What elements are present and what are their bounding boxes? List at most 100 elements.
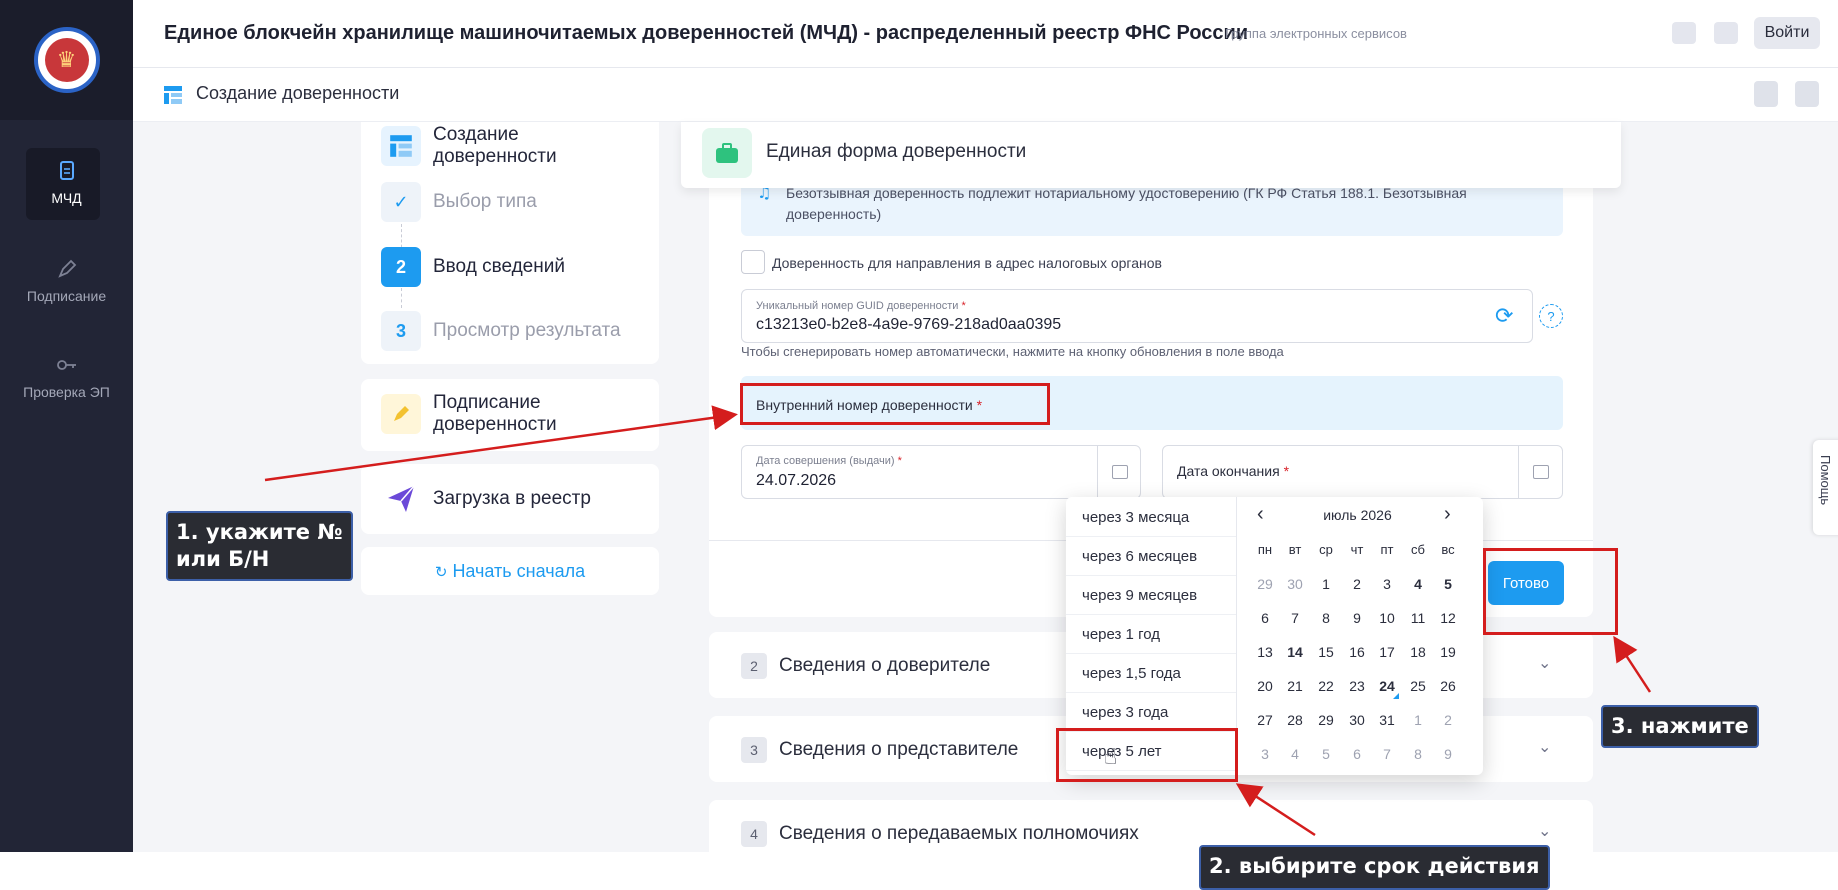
app-root: ♛ МЧД Подписание Проверка ЭП Единое блок… <box>0 0 1838 890</box>
calendar-day[interactable]: 29 <box>1311 712 1341 728</box>
login-button[interactable]: Войти <box>1754 17 1820 49</box>
calendar-day[interactable]: 14 <box>1280 644 1310 660</box>
step-number-3: 3 <box>381 311 421 351</box>
end-date-calendar-button[interactable] <box>1518 446 1562 498</box>
date-preset-option[interactable]: через 6 месяцев <box>1066 538 1236 576</box>
calendar-day[interactable]: 3 <box>1250 746 1280 762</box>
calendar-day[interactable]: 21 <box>1280 678 1310 694</box>
sidebar-item-signing[interactable]: Подписание <box>0 258 133 304</box>
section-title: Сведения о представителе <box>779 739 1019 760</box>
calendar-day[interactable]: 27 <box>1250 712 1280 728</box>
guid-hint: Чтобы сгенерировать номер автоматически,… <box>741 344 1284 359</box>
calendar-icon <box>1532 465 1549 479</box>
calendar-day[interactable]: 6 <box>1342 746 1372 762</box>
issue-date-value[interactable]: 24.07.2026 <box>756 472 836 490</box>
notice-text: Безотзывная доверенность подлежит нотари… <box>786 185 1467 222</box>
calendar-day[interactable]: 10 <box>1372 610 1402 626</box>
weekday-header: сб <box>1411 542 1425 557</box>
restart-button[interactable]: ↻ Начать сначала <box>361 561 659 582</box>
date-preset-option[interactable]: через 3 месяца <box>1066 499 1236 537</box>
notifications-icon[interactable] <box>1714 22 1738 44</box>
calendar-day[interactable]: 13 <box>1250 644 1280 660</box>
step-enter-data[interactable]: Ввод сведений <box>433 256 565 278</box>
section-title: Сведения о передаваемых полномочиях <box>779 823 1139 844</box>
weekday-header: пт <box>1380 542 1394 557</box>
highlight-done-button <box>1483 548 1618 635</box>
calendar-day[interactable]: 5 <box>1311 746 1341 762</box>
date-preset-option[interactable]: через 1,5 года <box>1066 655 1236 693</box>
chevron-down-icon[interactable]: ⌄ <box>1538 653 1551 673</box>
calendar-day[interactable]: 22 <box>1311 678 1341 694</box>
calendar-day[interactable]: 28 <box>1280 712 1310 728</box>
sidebar-item-mchd[interactable]: МЧД <box>0 160 133 206</box>
calendar-day[interactable]: 30 <box>1280 576 1310 592</box>
sidebar-item-label: Проверка ЭП <box>23 384 110 400</box>
calendar-day[interactable]: 12 <box>1433 610 1463 626</box>
weekday-header: ср <box>1319 542 1333 557</box>
calendar-day[interactable]: 4 <box>1403 576 1433 592</box>
calendar-day[interactable]: 1 <box>1403 712 1433 728</box>
calendar-day[interactable]: 7 <box>1372 746 1402 762</box>
chat-icon[interactable] <box>1672 22 1696 44</box>
calendar-day[interactable]: 6 <box>1250 610 1280 626</box>
calendar-day[interactable]: 25 <box>1403 678 1433 694</box>
calendar-day[interactable]: 9 <box>1342 610 1372 626</box>
calendar-day[interactable]: 29 <box>1250 576 1280 592</box>
calendar-day[interactable]: 20 <box>1250 678 1280 694</box>
calendar-day[interactable]: 2 <box>1342 576 1372 592</box>
tax-authority-checkbox[interactable] <box>741 250 765 274</box>
calendar-day[interactable]: 24 <box>1372 678 1402 694</box>
section-title: Сведения о доверителе <box>779 655 991 676</box>
form-title: Единая форма доверенности <box>766 141 1027 162</box>
calendar-day[interactable]: 26 <box>1433 678 1463 694</box>
calendar-day[interactable]: 15 <box>1311 644 1341 660</box>
download-icon[interactable] <box>1795 81 1819 107</box>
page-title: Единое блокчейн хранилище машиночитаемых… <box>164 22 1249 44</box>
sidebar-item-verify-signature[interactable]: Проверка ЭП <box>0 354 133 400</box>
step-create-title: Создание доверенности <box>433 124 557 167</box>
calendar-day[interactable]: 3 <box>1372 576 1402 592</box>
help-question-icon[interactable]: ? <box>1539 304 1563 328</box>
step-check-icon: ✓ <box>381 182 421 222</box>
section-number: 3 <box>741 737 767 763</box>
date-preset-option[interactable]: через 3 года <box>1066 694 1236 732</box>
step-choose-type[interactable]: Выбор типа <box>433 191 537 213</box>
issue-date-calendar-button[interactable] <box>1097 446 1141 498</box>
calendar-day[interactable]: 1 <box>1311 576 1341 592</box>
calendar-day[interactable]: 23 <box>1342 678 1372 694</box>
chevron-down-icon[interactable]: ⌄ <box>1538 737 1551 757</box>
calendar-day[interactable]: 17 <box>1372 644 1402 660</box>
callout-step-1: 1. укажите № или Б/Н <box>166 511 353 581</box>
sign-pen-icon <box>381 394 421 434</box>
calendar-day[interactable]: 5 <box>1433 576 1463 592</box>
calendar-day[interactable]: 19 <box>1433 644 1463 660</box>
calendar-day[interactable]: 16 <box>1342 644 1372 660</box>
chevron-down-icon[interactable]: ⌄ <box>1538 821 1551 841</box>
calendar-day[interactable]: 11 <box>1403 610 1433 626</box>
weekday-header: пн <box>1257 542 1273 557</box>
calendar-month-label: июль 2026 <box>1323 507 1392 523</box>
date-preset-option[interactable]: через 1 год <box>1066 616 1236 654</box>
calendar-day[interactable]: 30 <box>1342 712 1372 728</box>
end-date-label: Дата окончания * <box>1177 463 1290 479</box>
header-subtitle: Группа электронных сервисов <box>1225 26 1407 41</box>
calendar-day[interactable]: 8 <box>1403 746 1433 762</box>
date-preset-option[interactable]: через 9 месяцев <box>1066 577 1236 615</box>
next-month-icon[interactable]: › <box>1444 503 1451 526</box>
calendar-day[interactable]: 9 <box>1433 746 1463 762</box>
help-tab-label: Помощь <box>1818 455 1833 506</box>
calendar-day[interactable]: 2 <box>1433 712 1463 728</box>
save-icon[interactable] <box>1754 81 1778 107</box>
guid-value[interactable]: c13213e0-b2e8-4a9e-9769-218ad0aa0395 <box>756 316 1061 334</box>
calendar-day[interactable]: 8 <box>1311 610 1341 626</box>
calendar-day[interactable]: 4 <box>1280 746 1310 762</box>
step-view-result[interactable]: Просмотр результата <box>433 320 621 342</box>
calendar-day[interactable]: 31 <box>1372 712 1402 728</box>
regenerate-guid-icon[interactable]: ⟳ <box>1495 304 1513 329</box>
sidebar-item-label: Подписание <box>26 288 107 304</box>
prev-month-icon[interactable]: ‹ <box>1257 503 1264 526</box>
calendar-day[interactable]: 18 <box>1403 644 1433 660</box>
calendar-day[interactable]: 7 <box>1280 610 1310 626</box>
section-number: 4 <box>741 821 767 847</box>
fns-logo[interactable]: ♛ <box>0 0 133 120</box>
